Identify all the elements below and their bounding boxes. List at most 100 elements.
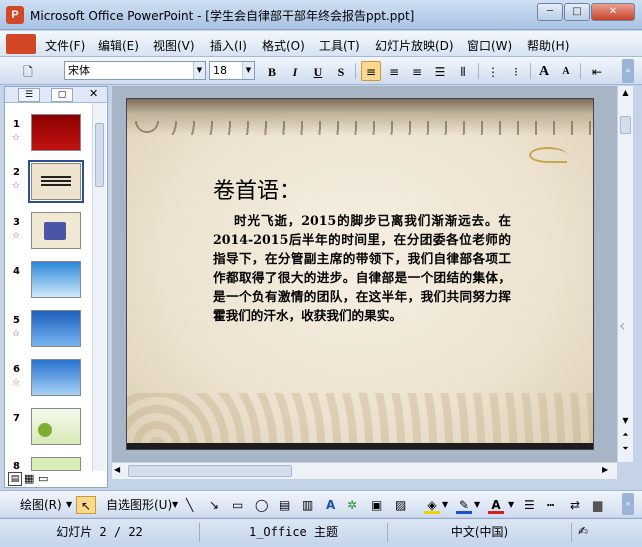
chevron-down-icon[interactable]: ▼ [508,496,514,514]
bullets-icon[interactable]: ⁝ [506,61,526,81]
outline-tab[interactable]: ☰ [18,88,40,102]
textbox-tool-icon[interactable]: ▤ [279,496,290,514]
line-color-icon[interactable]: ✎ [456,496,472,514]
slide-thumbnail-5[interactable] [31,310,81,347]
slides-pane-scrollbar[interactable] [92,103,106,471]
scrollbar-thumb[interactable] [620,116,631,134]
distributed-align-icon[interactable]: ⫴ [453,61,473,81]
menu-tools[interactable]: 工具(T) [319,37,360,54]
slide-vertical-scrollbar[interactable]: ▲ ‹ ▼ ⏶ ⏷ [617,86,633,462]
line-style-icon[interactable]: ☰ [524,496,535,514]
slide-thumbnail-6[interactable] [31,359,81,396]
slide-horizontal-scrollbar[interactable]: ◀ ▶ [112,462,617,479]
chevron-down-icon[interactable]: ▼ [172,496,178,514]
close-pane-icon[interactable]: ✕ [89,87,98,100]
numbering-icon[interactable]: ⋮ [483,61,503,81]
chevron-down-icon[interactable]: ▼ [193,62,205,79]
font-size-select[interactable]: 18 ▼ [209,61,255,80]
slide-thumbnail-4[interactable] [31,261,81,298]
align-right-button[interactable]: ≡ [407,61,427,81]
line-tool-icon[interactable]: ╲ [186,496,193,514]
fill-color-icon[interactable]: ◈ [424,496,440,514]
toolbar-separator [530,63,531,79]
slide-sorter-icon[interactable]: ▦ [24,472,34,485]
wave-pattern-decoration [127,121,593,135]
close-window-button[interactable]: ✕ [591,3,635,21]
title-bar: P Microsoft Office PowerPoint - [学生会自律部干… [0,0,642,30]
arrow-tool-icon[interactable]: ↘ [209,496,219,514]
normal-view-icon[interactable]: ▤ [8,472,22,486]
dash-style-icon[interactable]: ┅ [547,496,554,514]
slides-tab[interactable]: ▢ [51,88,73,102]
chevron-left-icon[interactable]: ‹ [619,316,625,335]
font-name-select[interactable]: 宋体 ▼ [64,61,206,80]
menu-format[interactable]: 格式(O) [262,37,305,54]
bold-button[interactable]: B [262,61,282,81]
slide-number: 7 [13,413,20,424]
shadow-button[interactable]: S [331,61,351,81]
justify-button[interactable]: ☰ [430,61,450,81]
slide-thumbnail-8[interactable] [31,457,81,471]
menu-window[interactable]: 窗口(W) [467,37,512,54]
slide-body-text[interactable]: 时光飞逝，2015的脚步已离我们渐渐远去。在2014-2015后半年的时间里，在… [213,211,511,325]
menu-view[interactable]: 视图(V) [153,37,195,54]
slide-thumbnail-1[interactable] [31,114,81,151]
font-color-icon[interactable]: A [488,496,504,514]
shrink-font-button[interactable]: A [556,61,576,81]
new-file-icon[interactable]: 🗋 [18,61,38,81]
scroll-left-icon[interactable]: ◀ [114,465,120,474]
clipart-icon[interactable]: ▣ [371,496,382,514]
menu-help[interactable]: 帮助(H) [527,37,569,54]
scrollbar-thumb[interactable] [95,123,104,187]
shadow-style-icon[interactable]: ▆ [593,496,602,514]
document-icon[interactable] [6,34,36,54]
current-slide[interactable]: 卷首语： 时光飞逝，2015的脚步已离我们渐渐远去。在2014-2015后半年的… [126,98,594,450]
scroll-down-icon[interactable]: ▼ [619,416,632,425]
menu-insert[interactable]: 插入(I) [210,37,247,54]
diagram-icon[interactable]: ✲ [347,496,357,514]
autoshapes-menu-button[interactable]: 自选图形(U) [106,496,172,514]
underline-button[interactable]: U [308,61,328,81]
menu-edit[interactable]: 编辑(E) [98,37,139,54]
minimize-button[interactable]: ─ [537,3,563,21]
slideshow-icon[interactable]: ▭ [38,472,48,485]
menu-slideshow[interactable]: 幻灯片放映(D) [375,37,454,54]
previous-slide-icon[interactable]: ⏶ [619,430,632,440]
rectangle-tool-icon[interactable]: ▭ [232,496,243,514]
chevron-down-icon[interactable]: ▼ [474,496,480,514]
chevron-down-icon[interactable]: ▼ [66,496,72,514]
align-left-button[interactable]: ≡ [361,61,381,81]
chevron-down-icon[interactable]: ▼ [242,62,254,79]
slide-thumbnail-2[interactable] [28,160,84,203]
arrow-style-icon[interactable]: ⇄ [570,496,580,514]
slide-thumbnail-3[interactable] [31,212,81,249]
italic-button[interactable]: I [285,61,305,81]
wordart-icon[interactable]: A [326,496,335,514]
picture-icon[interactable]: ▨ [395,496,406,514]
spelling-check-icon[interactable]: ✍ [578,524,588,538]
powerpoint-app-icon[interactable]: P [6,6,24,24]
menu-file[interactable]: 文件(F) [45,37,85,54]
toolbar-options-icon[interactable]: » [622,493,634,515]
slides-pane: ☰ ▢ ✕ 1 ☆ 2 ☆ 3 ☆ 4 5 ☆ 6 ☆ 7 8 [4,86,108,488]
toolbar-separator [580,63,581,79]
draw-menu-button[interactable]: 绘图(R) [20,496,62,514]
vertical-textbox-icon[interactable]: ▥ [302,496,313,514]
window-title: Microsoft Office PowerPoint - [学生会自律部干部年… [30,9,415,23]
slide-number: 3 [13,217,20,228]
align-center-button[interactable]: ≡ [384,61,404,81]
slide-number: 2 [13,167,20,178]
scroll-right-icon[interactable]: ▶ [602,465,608,474]
scroll-up-icon[interactable]: ▲ [619,86,632,100]
decrease-indent-icon[interactable]: ⇤ [587,61,607,81]
oval-tool-icon[interactable]: ◯ [255,496,268,514]
select-pointer-icon[interactable]: ↖ [76,496,96,514]
scrollbar-thumb[interactable] [128,465,292,477]
chevron-down-icon[interactable]: ▼ [442,496,448,514]
slide-title[interactable]: 卷首语： [213,173,301,205]
slide-thumbnail-7[interactable] [31,408,81,445]
grow-font-button[interactable]: A [534,61,554,81]
next-slide-icon[interactable]: ⏷ [619,444,632,454]
maximize-button[interactable]: □ [564,3,590,21]
toolbar-options-icon[interactable]: » [622,59,634,83]
